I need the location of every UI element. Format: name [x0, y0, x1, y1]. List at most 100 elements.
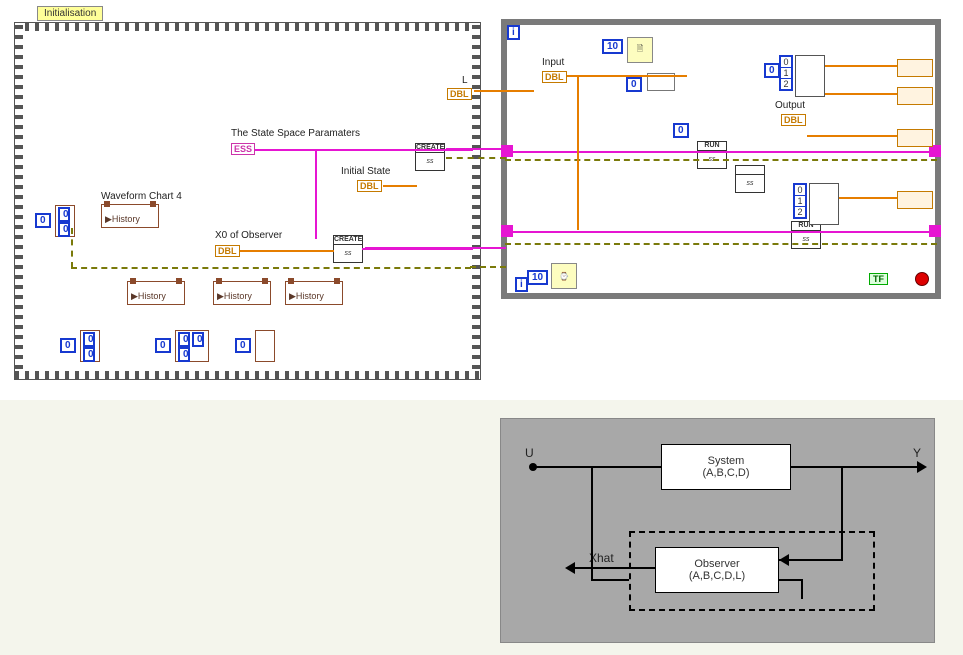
l-gain-label: L — [462, 75, 468, 86]
run-label: RUN — [698, 142, 726, 151]
run-ss-top-subvi[interactable]: RUN ss — [697, 141, 727, 169]
array-cell: 0 — [83, 332, 95, 347]
wire-cluster — [315, 149, 317, 239]
observer-block-diagram: U Y Xhat System (A,B,C,D) Observer (A,B,… — [500, 418, 935, 643]
boolean-tf-indicator: TF — [869, 273, 888, 285]
const-zero: 0 — [35, 213, 51, 228]
x0-observer-datatype: DBL — [215, 245, 240, 257]
input-datatype: DBL — [542, 71, 567, 83]
x0-observer-label: X0 of Observer — [215, 230, 282, 241]
blank-hdr — [736, 166, 764, 175]
ss-icon: ss — [334, 245, 362, 262]
array-cell: 0 — [178, 347, 190, 362]
observer-title: Observer — [656, 558, 778, 570]
bd-wire — [591, 466, 593, 581]
initial-state-label: Initial State — [341, 166, 390, 177]
numeric-array — [255, 330, 275, 362]
create-ss-top-subvi[interactable]: CREATE ss — [415, 143, 445, 171]
ss-icon: ss — [792, 231, 820, 248]
ss-icon: ss — [416, 153, 444, 170]
array-cell: 0 — [178, 332, 190, 347]
while-loop: Input DBL Output DBL 10 10 0 0 0 ⌚ TF i … — [501, 19, 941, 299]
bundle-node[interactable] — [809, 183, 839, 225]
wire-dbl — [825, 65, 897, 67]
output-datatype: DBL — [781, 114, 806, 126]
waveform-chart-4-label: Waveform Chart 4 — [101, 191, 182, 202]
sim-config-icon[interactable]: 🗎 — [627, 37, 653, 63]
y-label: Y — [913, 446, 921, 460]
u-label: U — [525, 446, 534, 460]
initialisation-frame: Initialisation The State Space Paramater… — [14, 22, 481, 380]
wire-dbl — [577, 75, 579, 230]
const-zero: 0 — [626, 77, 642, 92]
arrow-left-icon — [565, 562, 575, 574]
wire-error — [505, 243, 937, 245]
wire-cluster — [365, 247, 506, 249]
system-title: System — [662, 455, 790, 467]
wire-error — [505, 159, 937, 161]
wire-dbl — [825, 93, 897, 95]
history-node[interactable]: ▶History — [285, 281, 343, 305]
bd-wire — [533, 466, 661, 468]
wait-ms-icon[interactable]: ⌚ — [551, 263, 577, 289]
output-label: Output — [775, 100, 805, 111]
ss-icon: ss — [736, 175, 764, 192]
array-cell: 0 — [58, 207, 70, 222]
bd-wire — [573, 567, 655, 569]
wire-cluster — [505, 151, 937, 153]
create-label: CREATE — [334, 236, 362, 245]
index-array-block[interactable]: 012 — [793, 183, 807, 219]
loop-iteration-terminal: i — [507, 25, 520, 40]
loop-stop-terminal[interactable] — [915, 272, 929, 286]
observer-params: (A,B,C,D,L) — [656, 570, 778, 582]
chart-indicator[interactable] — [897, 87, 933, 105]
history-node[interactable]: ▶History — [213, 281, 271, 305]
bd-wire — [791, 466, 921, 468]
wire-cluster — [505, 231, 937, 233]
chart-indicator[interactable] — [897, 191, 933, 209]
history-node[interactable]: ▶History — [101, 204, 159, 228]
index-array-block[interactable]: 012 — [779, 55, 793, 91]
bd-wire — [841, 466, 843, 561]
bd-wire — [801, 579, 803, 599]
wire-dbl — [474, 90, 534, 92]
array-cell: 0 — [58, 222, 70, 237]
chart-indicator[interactable] — [897, 59, 933, 77]
const-zero: 0 — [235, 338, 251, 353]
wire-cluster — [255, 149, 473, 151]
wire-error — [71, 267, 471, 269]
history-node[interactable]: ▶History — [127, 281, 185, 305]
arrow-left-icon — [779, 554, 789, 566]
create-ss-bottom-subvi[interactable]: CREATE ss — [333, 235, 363, 263]
wire-error — [71, 228, 73, 268]
bd-wire — [591, 579, 629, 581]
const-zero: 0 — [764, 63, 780, 78]
l-gain-datatype: DBL — [447, 88, 472, 100]
const-zero: 0 — [60, 338, 76, 353]
const-ten: 10 — [527, 270, 548, 285]
initial-state-datatype: DBL — [357, 180, 382, 192]
system-block: System (A,B,C,D) — [661, 444, 791, 490]
state-space-label: The State Space Paramaters — [231, 128, 360, 139]
wire-error — [446, 157, 506, 159]
arrow-right-icon — [917, 461, 927, 473]
wire-dbl — [240, 250, 334, 252]
loop-iteration-terminal: i — [515, 277, 528, 292]
ss-model-subvi[interactable]: ss — [735, 165, 765, 193]
wire-cluster — [446, 148, 506, 150]
bundle-node[interactable] — [795, 55, 825, 97]
state-space-datatype: ESS — [231, 143, 255, 155]
observer-block: Observer (A,B,C,D,L) — [655, 547, 779, 593]
wire-dbl — [567, 75, 687, 77]
const-zero: 0 — [155, 338, 171, 353]
numeric-array: 0 0 — [80, 330, 100, 362]
const-zero: 0 — [673, 123, 689, 138]
numeric-array: 0 0 0 — [175, 330, 209, 362]
wire-dbl — [839, 197, 897, 199]
array-cell: 0 — [83, 347, 95, 362]
wire-dbl — [383, 185, 417, 187]
wire-error — [470, 266, 506, 268]
chart-indicator[interactable] — [897, 129, 933, 147]
system-params: (A,B,C,D) — [662, 467, 790, 479]
const-ten: 10 — [602, 39, 623, 54]
